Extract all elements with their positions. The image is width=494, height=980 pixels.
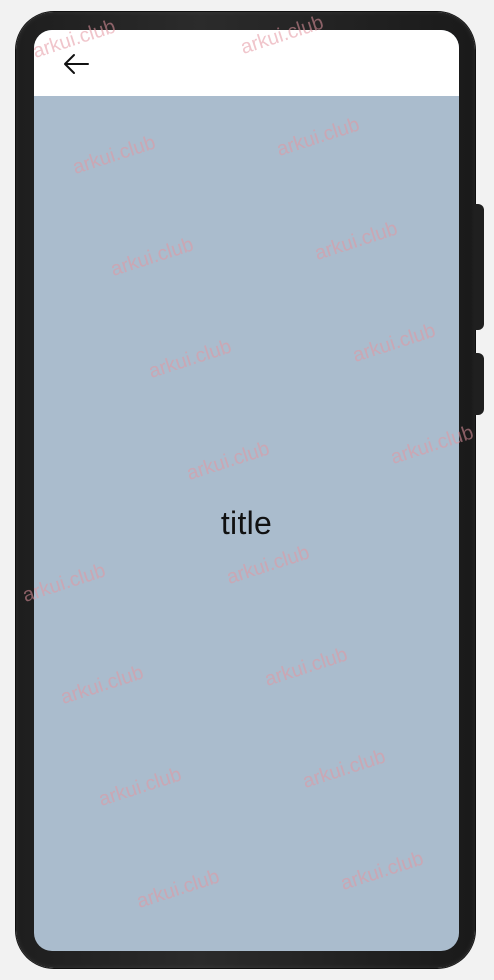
device-screen: title <box>34 30 459 951</box>
page-title: title <box>220 505 273 541</box>
content-area: title <box>34 96 459 951</box>
power-button <box>474 353 484 415</box>
navigation-bar <box>34 30 459 96</box>
back-button[interactable] <box>60 50 92 78</box>
stage: title arkui.club arkui.club arkui.club a… <box>0 0 494 980</box>
arrow-left-icon <box>64 54 89 74</box>
volume-button <box>474 204 484 330</box>
